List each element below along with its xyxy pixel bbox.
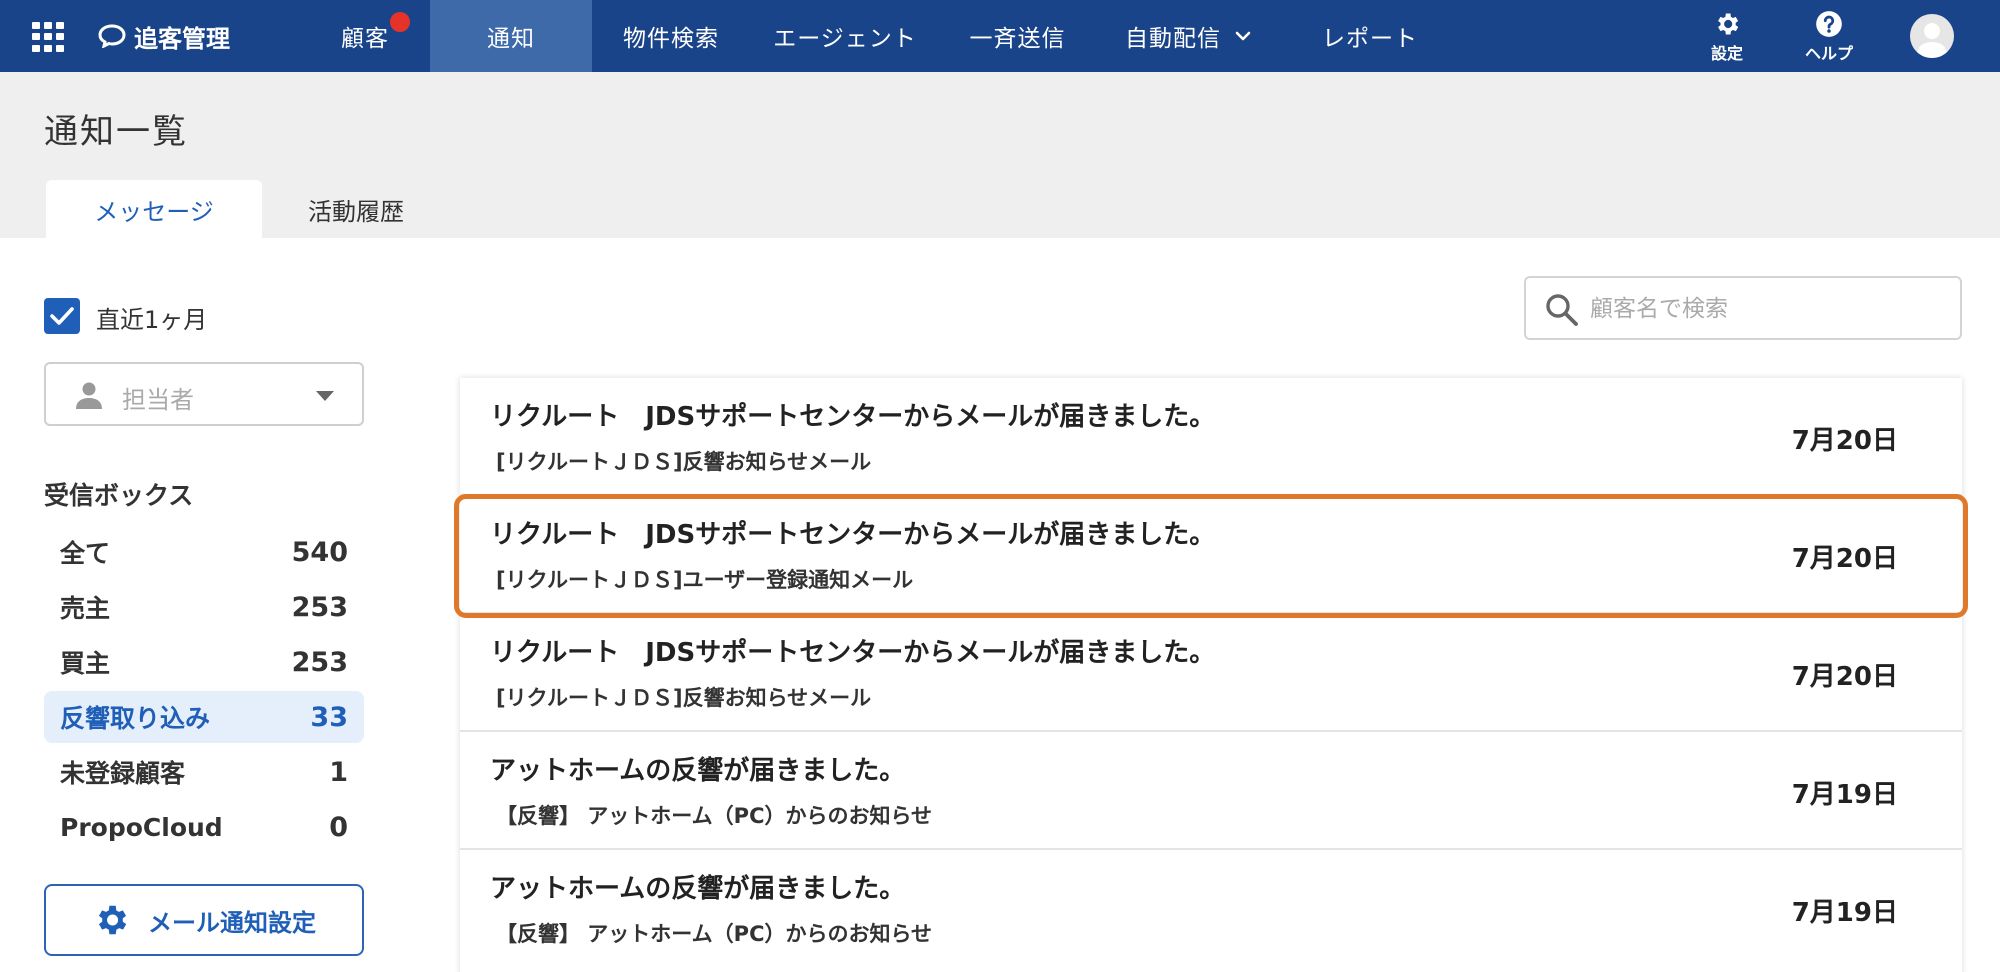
message-list: リクルート JDSサポートセンターからメールが届きました。 [リクルートＪＤＳ]… bbox=[460, 378, 1962, 972]
message-date: 7月19日 bbox=[1791, 780, 1898, 810]
inbox-item-inquiry-import[interactable]: 反響取り込み 33 bbox=[44, 691, 364, 743]
inbox-item-unregistered[interactable]: 未登録顧客 1 bbox=[44, 746, 364, 798]
nav-item-auto-delivery[interactable]: 自動配信 bbox=[1108, 0, 1268, 72]
nav-label: 自動配信 bbox=[1125, 26, 1221, 52]
settings-label: 設定 bbox=[1710, 44, 1743, 63]
nav-item-report[interactable]: レポート bbox=[1310, 0, 1430, 72]
nav-label: 顧客 bbox=[341, 26, 389, 52]
inbox-item-label: 売主 bbox=[60, 594, 111, 623]
inbox-item-count: 33 bbox=[310, 701, 348, 733]
caret-down-icon bbox=[316, 391, 334, 401]
message-title: リクルート JDSサポートセンターからメールが届きました。 bbox=[490, 638, 1216, 668]
nav-item-agent[interactable]: エージェント bbox=[760, 0, 930, 72]
chat-bubble-icon bbox=[98, 24, 126, 48]
inbox-item-buyer[interactable]: 買主 253 bbox=[44, 636, 364, 688]
tab-label: メッセージ bbox=[94, 197, 214, 226]
gear-icon bbox=[98, 905, 127, 935]
inbox-item-count: 253 bbox=[291, 646, 348, 678]
customer-search-input[interactable] bbox=[1590, 290, 1950, 328]
settings-button[interactable]: 設定 bbox=[1692, 10, 1762, 66]
inbox-item-count: 0 bbox=[329, 811, 348, 843]
message-title: アットホームの反響が届きました。 bbox=[490, 874, 906, 904]
checkmark-icon bbox=[50, 307, 74, 325]
message-title: アットホームの反響が届きました。 bbox=[490, 756, 906, 786]
top-nav-bar: 追客管理 顧客 通知 物件検索 エージェント 一斉送信 自動配信 レポート 設定 bbox=[0, 0, 2000, 72]
notification-badge bbox=[390, 12, 410, 32]
message-subject: [リクルートＪＤＳ]反響お知らせメール bbox=[496, 686, 872, 710]
message-subject: [リクルートＪＤＳ]ユーザー登録通知メール bbox=[496, 568, 914, 592]
mail-notification-settings-button[interactable]: メール通知設定 bbox=[44, 884, 364, 956]
tab-activity-history[interactable]: 活動履歴 bbox=[282, 180, 430, 238]
message-date: 7月20日 bbox=[1791, 544, 1898, 574]
message-title: リクルート JDSサポートセンターからメールが届きました。 bbox=[490, 520, 1216, 550]
message-row[interactable]: リクルート JDSサポートセンターからメールが届きました。 [リクルートＪＤＳ]… bbox=[460, 378, 1962, 496]
inbox-item-count: 253 bbox=[291, 591, 348, 623]
brand-name: 追客管理 bbox=[134, 24, 230, 53]
inbox-item-all[interactable]: 全て 540 bbox=[44, 526, 364, 578]
message-date: 7月20日 bbox=[1791, 662, 1898, 692]
nav-label: エージェント bbox=[773, 26, 917, 52]
customer-search bbox=[1524, 276, 1962, 340]
message-row[interactable]: アットホームの反響が届きました。 【反響】 アットホーム（PC）からのお知らせ … bbox=[460, 850, 1962, 968]
inbox-item-count: 540 bbox=[291, 536, 348, 568]
help-icon bbox=[1816, 11, 1842, 37]
search-icon bbox=[1546, 294, 1578, 326]
message-date: 7月20日 bbox=[1791, 426, 1898, 456]
inbox-title: 受信ボックス bbox=[44, 481, 194, 510]
message-row[interactable]: リクルート JDSサポートセンターからメールが届きました。 [リクルートＪＤＳ]… bbox=[460, 614, 1962, 732]
message-row[interactable]: アットホームの反響が届きました。 【反響】 アットホーム（PC）からのお知らせ … bbox=[460, 732, 1962, 850]
mail-settings-label: メール通知設定 bbox=[148, 908, 316, 937]
message-subject: 【反響】 アットホーム（PC）からのお知らせ bbox=[496, 922, 933, 946]
nav-label: 通知 bbox=[487, 26, 535, 52]
nav-label: 物件検索 bbox=[623, 26, 719, 52]
tab-label: 活動履歴 bbox=[308, 197, 404, 226]
message-subject: 【反響】 アットホーム（PC）からのお知らせ bbox=[496, 804, 933, 828]
inbox-item-label: 全て bbox=[60, 539, 111, 568]
inbox-item-label: 買主 bbox=[60, 649, 111, 678]
inbox-item-count: 1 bbox=[329, 756, 348, 788]
nav-label: 一斉送信 bbox=[969, 26, 1066, 52]
assignee-placeholder: 担当者 bbox=[122, 386, 194, 414]
help-button[interactable]: ヘルプ bbox=[1794, 10, 1864, 66]
nav-item-bulk-send[interactable]: 一斉送信 bbox=[955, 0, 1080, 72]
help-label: ヘルプ bbox=[1804, 44, 1853, 63]
nav-item-notifications[interactable]: 通知 bbox=[430, 0, 592, 72]
tab-messages[interactable]: メッセージ bbox=[46, 180, 262, 238]
gear-icon bbox=[1718, 13, 1739, 35]
message-row[interactable]: リクルート JDSサポートセンターからメールが届きました。 [リクルートＪＤＳ]… bbox=[460, 496, 1962, 614]
user-avatar-icon bbox=[1916, 23, 1948, 58]
inbox-item-propocloud[interactable]: PropoCloud 0 bbox=[44, 801, 364, 853]
nav-item-property-search[interactable]: 物件検索 bbox=[606, 0, 736, 72]
inbox-item-label: 未登録顧客 bbox=[60, 759, 186, 788]
page-title: 通知一覧 bbox=[44, 112, 188, 152]
message-title: リクルート JDSサポートセンターからメールが届きました。 bbox=[490, 402, 1216, 432]
message-date: 7月19日 bbox=[1791, 898, 1898, 928]
chevron-down-icon bbox=[1235, 31, 1251, 41]
person-icon bbox=[76, 382, 102, 409]
nav-item-customers[interactable]: 顧客 bbox=[300, 0, 430, 72]
assignee-select[interactable]: 担当者 bbox=[44, 362, 364, 426]
recent-month-checkbox[interactable] bbox=[44, 298, 80, 334]
nav-label: レポート bbox=[1322, 26, 1418, 52]
inbox-item-seller[interactable]: 売主 253 bbox=[44, 581, 364, 633]
message-subject: [リクルートＪＤＳ]反響お知らせメール bbox=[496, 450, 872, 474]
inbox-item-label: 反響取り込み bbox=[60, 704, 211, 733]
app-grid-icon[interactable] bbox=[32, 22, 64, 52]
brand-logo[interactable]: 追客管理 bbox=[98, 18, 230, 54]
inbox-item-label: PropoCloud bbox=[60, 812, 223, 842]
user-avatar[interactable] bbox=[1910, 14, 1954, 58]
recent-month-label: 直近1ヶ月 bbox=[96, 306, 208, 334]
